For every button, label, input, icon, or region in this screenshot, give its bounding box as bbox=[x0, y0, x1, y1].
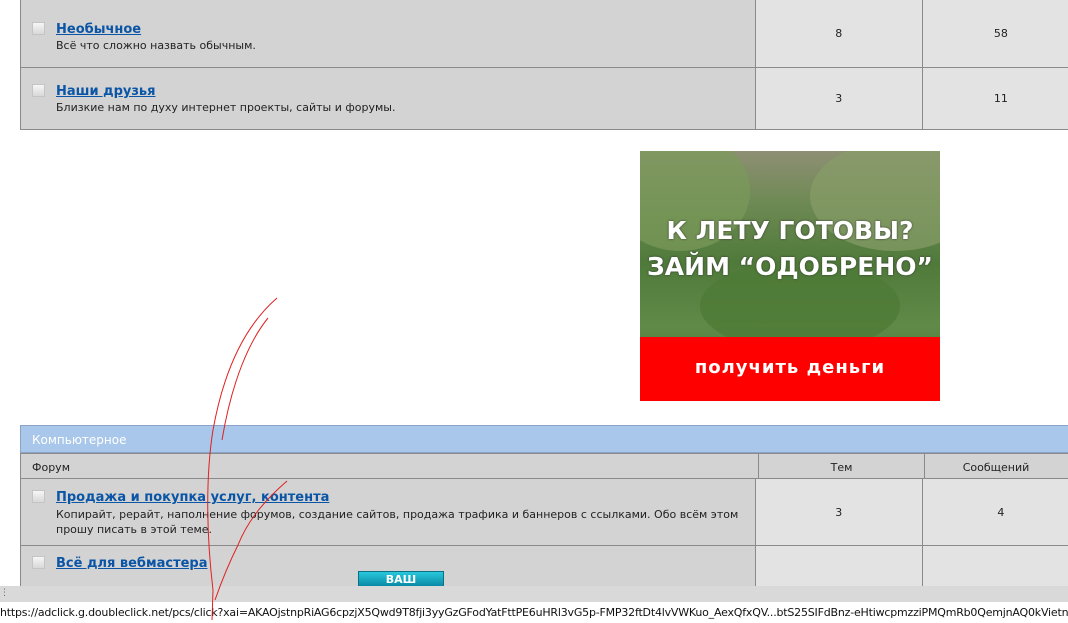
forum-description: Близкие нам по духу интернет проекты, са… bbox=[56, 101, 396, 114]
column-header-posts-label: Сообщений bbox=[962, 461, 1030, 474]
forum-cell: Необычное Всё что сложно назвать обычным… bbox=[20, 0, 756, 68]
ad-headline-line2: ЗАЙМ “ОДОБРЕНО” bbox=[647, 252, 933, 281]
forum-link-nashi-druzya[interactable]: Наши друзья bbox=[56, 84, 156, 99]
forum-status-icon bbox=[32, 556, 45, 569]
forum-row: Продажа и покупка услуг, контента Копира… bbox=[20, 478, 1068, 546]
column-header-topics: Тем bbox=[758, 453, 925, 479]
topics-count: 8 bbox=[754, 0, 923, 68]
column-header-posts: Сообщений bbox=[924, 453, 1068, 479]
forum-link-neobychnoe[interactable]: Необычное bbox=[56, 22, 141, 37]
forum-description: Всё что сложно назвать обычным. bbox=[56, 39, 256, 52]
posts-count: 11 bbox=[921, 67, 1068, 130]
topics-count: 3 bbox=[754, 478, 923, 546]
ad-cta-label: получить деньги bbox=[694, 357, 886, 378]
forum-status-icon bbox=[32, 490, 45, 503]
category-title: Компьютерное bbox=[32, 433, 127, 447]
category-header: Компьютерное bbox=[20, 425, 1068, 453]
forum-link-prodazha[interactable]: Продажа и покупка услуг, контента bbox=[56, 490, 329, 505]
topics-count: 3 bbox=[754, 67, 923, 130]
forum-link-vsyo-dlya-vebmastera[interactable]: Всё для вебмастера bbox=[56, 556, 208, 571]
forum-cell: Наши друзья Близкие нам по духу интернет… bbox=[20, 67, 756, 130]
horizontal-scrollbar[interactable]: ⋮ bbox=[0, 586, 1068, 602]
posts-count: 58 bbox=[921, 0, 1068, 68]
forum-row: Необычное Всё что сложно назвать обычным… bbox=[20, 0, 1068, 68]
ad-headline: К ЛЕТУ ГОТОВЫ? ЗАЙМ “ОДОБРЕНО” bbox=[640, 213, 940, 285]
forum-cell: Продажа и покупка услуг, контента Копира… bbox=[20, 478, 756, 546]
column-header-topics-label: Тем bbox=[830, 461, 853, 474]
posts-count: 4 bbox=[921, 478, 1068, 546]
scroll-left-arrow-icon[interactable]: ⋮ bbox=[0, 588, 9, 600]
floating-button[interactable]: ВАШ bbox=[358, 571, 444, 587]
ad-headline-line1: К ЛЕТУ ГОТОВЫ? bbox=[666, 216, 914, 245]
column-header-forum-label: Форум bbox=[32, 461, 70, 474]
status-bar: https://adclick.g.doubleclick.net/pcs/cl… bbox=[0, 602, 1068, 623]
forum-status-icon bbox=[32, 22, 45, 35]
forum-row: Наши друзья Близкие нам по духу интернет… bbox=[20, 67, 1068, 130]
forum-description: Копирайт, рерайт, наполнение форумов, со… bbox=[56, 508, 739, 536]
forum-status-icon bbox=[32, 84, 45, 97]
column-header-forum: Форум bbox=[20, 453, 759, 479]
forum-table-top: Необычное Всё что сложно назвать обычным… bbox=[20, 0, 1068, 130]
status-bar-url: https://adclick.g.doubleclick.net/pcs/cl… bbox=[0, 606, 1068, 619]
annotation-line bbox=[221, 317, 269, 441]
ad-cta-button[interactable]: получить деньги bbox=[640, 337, 940, 401]
ad-banner[interactable]: К ЛЕТУ ГОТОВЫ? ЗАЙМ “ОДОБРЕНО” получить … bbox=[640, 151, 940, 401]
